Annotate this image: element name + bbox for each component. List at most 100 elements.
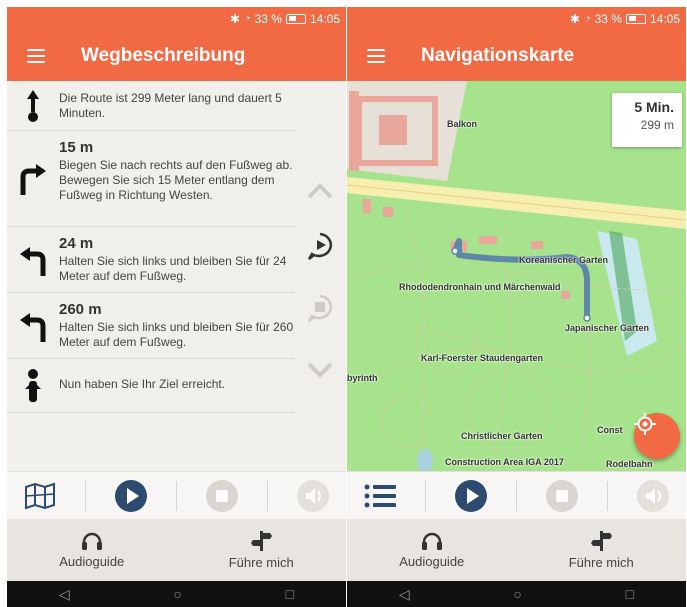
headphones-icon — [421, 532, 442, 550]
speech-play-icon — [307, 232, 332, 260]
system-navigation-bar: ◁ ○ □ — [7, 581, 346, 607]
recents-icon[interactable]: □ — [286, 586, 294, 602]
stop-icon — [206, 479, 239, 512]
speaker-bubble-icon — [637, 479, 670, 512]
play-button[interactable] — [111, 476, 151, 516]
map-view-button[interactable] — [20, 476, 60, 516]
map-screen: ✱ ◔ 33 % 14:05 Navigationskarte Balkon K… — [347, 7, 686, 607]
nav-fuehre-mich-label: Führe mich — [568, 554, 634, 570]
chevron-up-icon — [307, 183, 333, 199]
divider — [515, 480, 517, 511]
map-label-karl-foerster: Karl-Foerster Staudengarten — [421, 353, 544, 363]
divider — [84, 480, 86, 511]
signpost-icon — [251, 530, 273, 551]
map-label-const: Const — [597, 425, 623, 435]
back-icon[interactable]: ◁ — [399, 586, 410, 603]
map-label-rodelbahn: Rodelbahn — [606, 459, 653, 469]
map-label-labyrinth: byrinth — [347, 373, 378, 383]
direction-text: Halten Sie sich links und bleiben Sie fü… — [59, 254, 287, 283]
list-view-button[interactable] — [360, 476, 400, 516]
headphones-icon — [81, 532, 102, 550]
map-label-christlicher-garten: Christlicher Garten — [461, 431, 543, 441]
map-label-construction-area: Construction Area IGA 2017 — [445, 457, 564, 467]
nav-audioguide-label: Audioguide — [399, 553, 465, 569]
stop-button[interactable] — [542, 476, 582, 516]
recents-icon[interactable]: □ — [626, 586, 634, 602]
playback-toolbar — [347, 471, 686, 519]
direction-distance: 15 m — [59, 139, 94, 156]
map-view[interactable]: Balkon Koreanischer Garten Rhododendronh… — [347, 81, 686, 471]
route-length: 299 m — [640, 118, 674, 132]
play-icon — [454, 479, 487, 512]
speech-stop-icon — [307, 294, 332, 322]
direction-item[interactable]: Die Route ist 299 Meter lang und dauert … — [7, 81, 295, 131]
nav-fuehre-mich[interactable]: Führe mich — [177, 519, 347, 581]
stop-speech-button[interactable] — [302, 290, 338, 326]
locate-me-button[interactable] — [634, 413, 680, 459]
direction-text: Die Route ist 299 Meter lang und dauert … — [59, 91, 282, 120]
page-title: Navigationskarte — [421, 45, 575, 66]
chevron-down-icon — [307, 362, 333, 378]
volume-button[interactable] — [633, 476, 673, 516]
turn-left-icon — [20, 246, 46, 276]
wifi-icon: ◔ — [243, 13, 251, 25]
direction-item[interactable]: 24 m Halten Sie sich links und bleiben S… — [7, 227, 295, 293]
list-icon — [364, 484, 396, 507]
divider — [607, 480, 609, 511]
menu-icon[interactable] — [367, 49, 385, 63]
crosshair-location-icon — [634, 413, 656, 435]
playback-toolbar — [7, 471, 346, 519]
speaker-bubble-icon — [297, 479, 330, 512]
direction-item[interactable]: 260 m Halten Sie sich links und bleiben … — [7, 293, 295, 359]
battery-icon — [285, 14, 306, 24]
home-icon[interactable]: ○ — [173, 586, 181, 602]
turn-right-icon — [20, 163, 46, 195]
divider — [424, 480, 426, 511]
back-icon[interactable]: ◁ — [59, 586, 70, 603]
clock: 14:05 — [649, 12, 680, 26]
app-bar: Wegbeschreibung — [7, 31, 346, 81]
bottom-navigation: Audioguide Führe mich — [347, 519, 686, 581]
bottom-navigation: Audioguide Führe mich — [7, 519, 346, 581]
destination-person-icon — [25, 368, 41, 402]
play-speech-button[interactable] — [302, 228, 338, 264]
route-summary-box: 5 Min. 299 m — [612, 93, 682, 147]
direction-text: Nun haben Sie Ihr Ziel erreicht. — [59, 377, 226, 391]
direction-item[interactable]: 15 m Biegen Sie nach rechts auf den Fußw… — [7, 131, 295, 227]
battery-percent: 33 % — [254, 12, 282, 26]
clock: 14:05 — [309, 12, 340, 26]
direction-item[interactable]: Nun haben Sie Ihr Ziel erreicht. — [7, 359, 295, 413]
menu-icon[interactable] — [27, 49, 45, 63]
divider — [175, 480, 177, 511]
play-icon — [114, 479, 147, 512]
nav-audioguide-label: Audioguide — [59, 553, 125, 569]
play-button[interactable] — [451, 476, 491, 516]
status-bar: ✱ ◔ 33 % 14:05 — [7, 7, 346, 31]
home-icon[interactable]: ○ — [513, 586, 521, 602]
nav-audioguide[interactable]: Audioguide — [347, 519, 517, 581]
volume-button[interactable] — [293, 476, 333, 516]
stop-button[interactable] — [202, 476, 242, 516]
direction-distance: 24 m — [59, 235, 94, 252]
page-title: Wegbeschreibung — [81, 45, 246, 66]
system-navigation-bar: ◁ ○ □ — [347, 581, 686, 607]
nav-audioguide[interactable]: Audioguide — [7, 519, 177, 581]
wifi-icon: ◔ — [583, 13, 591, 25]
status-bar: ✱ ◔ 33 % 14:05 — [347, 7, 686, 31]
nav-fuehre-mich[interactable]: Führe mich — [517, 519, 687, 581]
stop-icon — [546, 479, 579, 512]
map-icon — [24, 482, 55, 509]
signpost-icon — [591, 530, 613, 551]
nav-fuehre-mich-label: Führe mich — [228, 554, 294, 570]
map-label-balkon: Balkon — [447, 119, 478, 129]
direction-text: Biegen Sie nach rechts auf den Fußweg ab… — [59, 158, 293, 202]
turn-left-icon — [20, 312, 46, 342]
start-marker-icon — [27, 89, 39, 122]
direction-distance: 260 m — [59, 301, 102, 318]
scroll-up-button[interactable] — [302, 173, 338, 209]
battery-icon — [625, 14, 646, 24]
divider — [267, 480, 269, 511]
app-bar: Navigationskarte — [347, 31, 686, 81]
directions-list: Die Route ist 299 Meter lang und dauert … — [7, 81, 295, 413]
scroll-down-button[interactable] — [302, 352, 338, 388]
